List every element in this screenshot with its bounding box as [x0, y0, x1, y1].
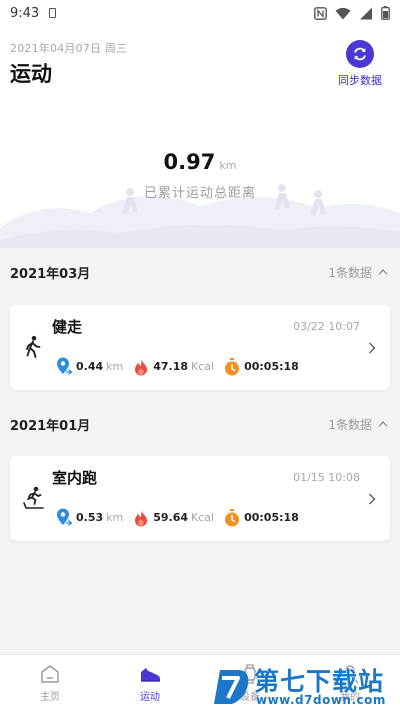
month-header[interactable]: 2021年01月 1条数据 — [0, 400, 400, 448]
duration-stat: 00:05:18 — [224, 357, 299, 376]
activity-record-card[interactable]: 室内跑 01/15 10:08 0.53 km 59.64 Kcal 00:05:1… — [10, 456, 390, 541]
walking-icon — [26, 335, 41, 358]
activity-record-card[interactable]: 健走 03/22 10:07 0.44 km 47.18 Kcal 00:05:18 — [10, 305, 390, 390]
activity-time: 01/15 10:08 — [293, 471, 360, 484]
distance-stat: 0.53 km — [56, 508, 123, 527]
month-title: 2021年01月 — [10, 418, 91, 434]
total-distance-caption: 已累计运动总距离 — [143, 186, 256, 201]
stopwatch-icon — [225, 357, 240, 375]
sneaker-icon — [141, 668, 160, 682]
sim-icon — [49, 8, 57, 18]
sync-data-label: 同步数据 — [338, 74, 382, 87]
chevron-right-icon — [369, 493, 376, 505]
status-bar: 9:43 — [0, 0, 400, 26]
calories-stat: 47.18 Kcal — [133, 358, 214, 376]
activity-stats: 0.44 km 47.18 Kcal 00:05:18 — [56, 357, 309, 376]
chevron-up-icon — [378, 269, 388, 275]
month-header[interactable]: 2021年03月 1条数据 — [0, 248, 400, 296]
distance-unit: km — [106, 360, 124, 373]
distance-unit: km — [106, 511, 124, 524]
distance-value: 0.44 — [76, 360, 104, 373]
location-pin-icon — [57, 357, 72, 375]
activity-type: 室内跑 — [52, 469, 98, 487]
duration-value: 00:05:18 — [244, 511, 299, 524]
tab-sport[interactable]: 运动 — [100, 655, 200, 711]
tab-label: 主页 — [40, 692, 60, 703]
month-record-count: 1条数据 — [328, 417, 372, 432]
duration-value: 00:05:18 — [244, 360, 299, 373]
location-pin-icon — [57, 508, 72, 526]
activity-type: 健走 — [52, 318, 83, 336]
month-title: 2021年03月 — [10, 266, 91, 282]
page-title: 运动 — [10, 62, 52, 86]
current-date: 2021年04月07日 周三 — [10, 42, 128, 55]
calories-value: 59.64 — [153, 511, 189, 524]
treadmill-icon — [23, 486, 44, 509]
month-record-count: 1条数据 — [328, 265, 372, 280]
calories-unit: Kcal — [191, 360, 215, 373]
tab-label: 运动 — [140, 692, 160, 703]
sync-icon — [346, 40, 374, 68]
status-time: 9:43 — [10, 5, 40, 21]
chevron-up-icon — [378, 421, 388, 427]
distance-stat: 0.44 km — [56, 357, 123, 376]
wifi-icon — [335, 7, 351, 19]
flame-icon — [135, 509, 148, 526]
site-watermark: 第七下载站 www.d7down.com — [208, 660, 400, 711]
signal-icon — [360, 7, 372, 19]
sync-data-button[interactable]: 同步数据 — [334, 40, 386, 88]
distance-value: 0.53 — [76, 511, 104, 524]
watermark-url: www.d7down.com — [256, 693, 386, 707]
activity-stats: 0.53 km 59.64 Kcal 00:05:18 — [56, 508, 309, 527]
duration-stat: 00:05:18 — [224, 508, 299, 527]
chevron-right-icon — [369, 342, 376, 354]
activity-time: 03/22 10:07 — [293, 320, 360, 333]
home-icon — [41, 665, 59, 683]
calories-unit: Kcal — [191, 511, 215, 524]
flame-icon — [135, 358, 148, 375]
stopwatch-icon — [225, 508, 240, 526]
total-distance-unit: km — [219, 159, 237, 172]
tab-home[interactable]: 主页 — [0, 655, 100, 711]
calories-stat: 59.64 Kcal — [133, 509, 214, 527]
calories-value: 47.18 — [153, 360, 189, 373]
total-distance-value: 0.97 — [163, 150, 216, 174]
nfc-icon — [314, 6, 327, 20]
battery-icon — [381, 6, 390, 20]
d7-logo-icon — [214, 670, 249, 704]
total-distance: 0.97 km — [0, 150, 400, 174]
summary-header: 2021年04月07日 周三 运动 同步数据 0.97 km 已累计运动总距离 — [0, 26, 400, 248]
